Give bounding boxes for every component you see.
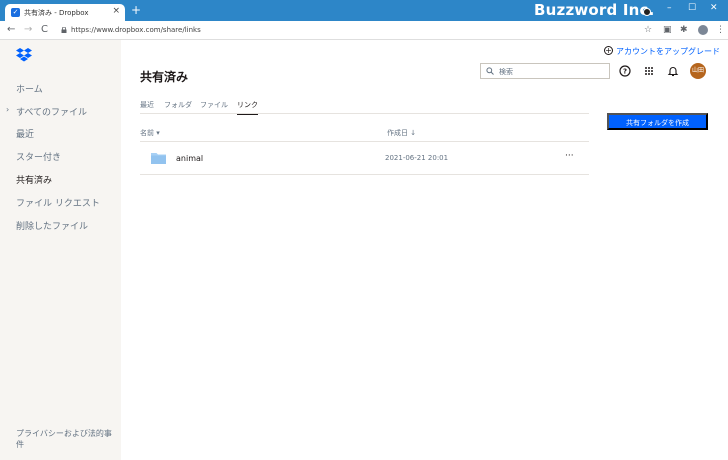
create-shared-folder-button[interactable]: 共有フォルダを作成 xyxy=(607,113,708,130)
puzzle-icon[interactable]: ✱ xyxy=(680,25,688,36)
more-options-icon[interactable]: ··· xyxy=(565,151,574,161)
tab-files[interactable]: ファイル xyxy=(200,100,228,110)
lock-icon xyxy=(61,27,67,33)
chevron-right-icon[interactable]: › xyxy=(6,105,9,114)
window-brand-title: Buzzword Inc. xyxy=(534,1,655,19)
help-icon[interactable]: ? xyxy=(619,65,631,77)
tab-title: 共有済み - Dropbox xyxy=(24,9,89,17)
search-icon xyxy=(486,67,494,75)
url-field[interactable]: https://www.dropbox.com/share/links xyxy=(71,26,201,34)
main-content: + アカウントをアップグレード 共有済み 検索 ? 山田 最近 フォルダ ファイ… xyxy=(121,40,728,460)
browser-titlebar: ✓ 共有済み - Dropbox × + Buzzword Inc. – ☐ ✕ xyxy=(0,0,728,21)
menu-icon[interactable]: ⋮ xyxy=(716,25,725,36)
column-header-created[interactable]: 作成日 ↓ xyxy=(387,128,416,138)
dropbox-favicon-icon: ✓ xyxy=(11,8,20,17)
sidebar-item-deleted-files[interactable]: 削除したファイル xyxy=(16,219,88,232)
back-button[interactable]: ← xyxy=(7,24,15,36)
sidebar-item-shared[interactable]: 共有済み xyxy=(16,173,52,186)
sidebar-item-recent[interactable]: 最近 xyxy=(16,127,34,140)
address-bar: ← → C https://www.dropbox.com/share/link… xyxy=(0,21,728,40)
dropbox-logo-icon[interactable] xyxy=(16,48,32,62)
row-created-date: 2021-06-21 20:01 xyxy=(385,154,449,162)
maximize-button[interactable]: ☐ xyxy=(688,3,696,13)
browser-tab[interactable]: ✓ 共有済み - Dropbox × xyxy=(5,4,125,21)
search-placeholder: 検索 xyxy=(499,68,513,76)
column-header-name[interactable]: 名前 ▾ xyxy=(140,128,160,138)
page-title: 共有済み xyxy=(140,70,189,84)
record-icon xyxy=(643,8,651,16)
grid-icon[interactable] xyxy=(643,65,655,77)
upgrade-account-link[interactable]: アカウントをアップグレード xyxy=(616,46,720,57)
bell-icon[interactable] xyxy=(667,65,679,77)
forward-button[interactable]: → xyxy=(24,24,32,36)
sidebar-item-home[interactable]: ホーム xyxy=(16,82,43,95)
search-input[interactable]: 検索 xyxy=(480,63,610,79)
reload-button[interactable]: C xyxy=(41,24,48,36)
row-name[interactable]: animal xyxy=(176,154,203,163)
folder-icon xyxy=(151,153,166,164)
plus-circle-icon[interactable]: + xyxy=(604,46,613,55)
avatar[interactable]: 山田 xyxy=(690,63,706,79)
minimize-button[interactable]: – xyxy=(667,3,672,13)
sidebar-item-starred[interactable]: スター付き xyxy=(16,150,61,163)
sidebar-item-all-files[interactable]: すべてのファイル xyxy=(16,105,87,118)
tab-folders[interactable]: フォルダ xyxy=(164,100,192,110)
sidebar: ホーム › すべてのファイル 最近 スター付き 共有済み ファイル リクエスト … xyxy=(0,40,121,460)
tabs-divider xyxy=(140,113,589,114)
tab-close-icon[interactable]: × xyxy=(112,6,120,16)
svg-text:?: ? xyxy=(623,68,627,76)
tab-recent[interactable]: 最近 xyxy=(140,100,154,110)
sidebar-item-file-requests[interactable]: ファイル リクエスト xyxy=(16,196,100,209)
table-row[interactable]: animal 2021-06-21 20:01 ··· xyxy=(140,142,589,175)
close-window-button[interactable]: ✕ xyxy=(710,3,718,13)
new-tab-button[interactable]: + xyxy=(131,4,141,16)
star-icon[interactable]: ☆ xyxy=(644,25,652,36)
profile-icon[interactable] xyxy=(698,25,708,35)
privacy-legal-link[interactable]: プライバシーおよび法的事件 xyxy=(16,428,112,450)
extension-icon[interactable]: ▣ xyxy=(663,25,672,36)
